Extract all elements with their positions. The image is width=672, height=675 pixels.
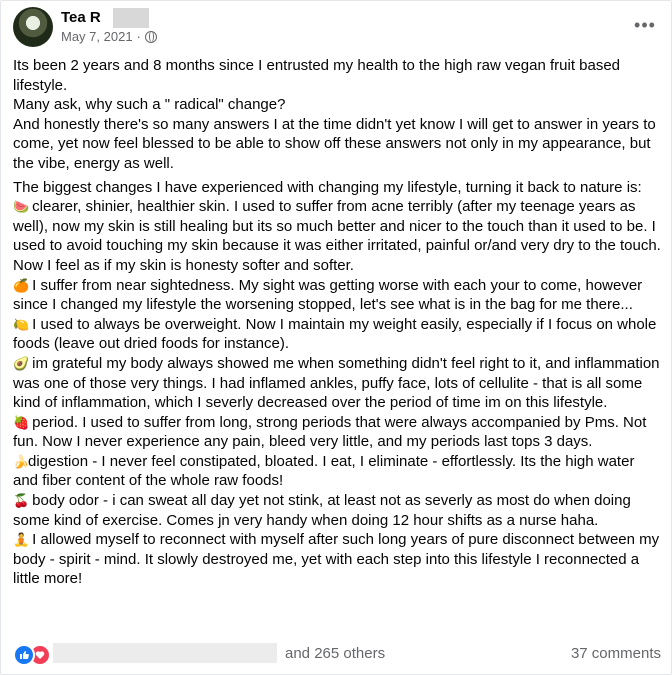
- list-item: 🍌digestion - I never feel constipated, b…: [13, 452, 663, 491]
- list-item: 🥑 im grateful my body always showed me w…: [13, 354, 663, 413]
- list-item-text: clearer, shinier, healthier skin. I used…: [13, 198, 661, 274]
- author-name[interactable]: Tea R: [61, 9, 101, 26]
- orange-icon: 🍊: [13, 277, 30, 293]
- post-meta: May 7, 2021 ·: [61, 29, 157, 44]
- list-item-text: body odor - i can sweat all day yet not …: [13, 492, 631, 529]
- list-item: 🍊 I suffer from near sightedness. My sig…: [13, 276, 663, 315]
- avatar[interactable]: [13, 7, 53, 47]
- intro-paragraph: Its been 2 years and 8 months since I en…: [13, 56, 663, 174]
- list-item: 🍓 period. I used to suffer from long, st…: [13, 413, 663, 452]
- post-footer: and 265 others 37 comments: [13, 641, 661, 666]
- post-header: Tea R May 7, 2021 · •••: [13, 7, 661, 47]
- thumbs-up-icon[interactable]: [13, 644, 35, 666]
- list-item-text: I used to always be overweight. Now I ma…: [13, 315, 657, 353]
- redacted-reactors-block: [53, 643, 277, 663]
- redacted-name-block: [113, 8, 149, 28]
- ellipsis-icon: •••: [634, 14, 656, 35]
- list-item: 🧘 I allowed myself to reconnect with mys…: [13, 530, 663, 589]
- list-item: 🍒 body odor - i can sweat all day yet no…: [13, 491, 663, 530]
- banana-icon: 🍌: [13, 453, 30, 469]
- lemon-icon: 🍋: [13, 316, 30, 332]
- meta-separator: ·: [136, 29, 141, 44]
- list-item-text: period. I used to suffer from long, stro…: [13, 413, 647, 451]
- post-body: Its been 2 years and 8 months since I en…: [13, 56, 663, 589]
- reaction-icons[interactable]: [13, 643, 51, 666]
- watermelon-icon: 🍉: [13, 199, 30, 215]
- globe-icon[interactable]: [144, 30, 157, 43]
- list-item-text: I suffer from near sightedness. My sight…: [13, 276, 643, 314]
- post-card: Tea R May 7, 2021 · ••• Its been 2 years…: [0, 0, 672, 675]
- changes-paragraph: The biggest changes I have experienced w…: [13, 178, 663, 589]
- intro-line: Its been 2 years and 8 months since I en…: [13, 57, 621, 94]
- more-options-button[interactable]: •••: [629, 13, 661, 37]
- post-date[interactable]: May 7, 2021: [61, 29, 133, 44]
- reactors-count[interactable]: and 265 others: [285, 645, 385, 662]
- strawberry-icon: 🍓: [13, 414, 30, 430]
- intro-line: And honestly there's so many answers I a…: [13, 115, 656, 172]
- lead-line: The biggest changes I have experienced w…: [13, 178, 642, 196]
- avocado-icon: 🥑: [13, 355, 30, 371]
- meditation-icon: 🧘: [13, 532, 30, 548]
- list-item-text: digestion - I never feel constipated, bl…: [13, 452, 635, 490]
- comments-count[interactable]: 37 comments: [571, 645, 661, 662]
- cherries-icon: 🍒: [13, 493, 30, 509]
- list-item-text: I allowed myself to reconnect with mysel…: [13, 531, 660, 588]
- list-item-text: im grateful my body always showed me whe…: [13, 354, 660, 412]
- list-item: 🍉 clearer, shinier, healthier skin. I us…: [13, 197, 663, 275]
- list-item: 🍋 I used to always be overweight. Now I …: [13, 315, 663, 354]
- intro-line: Many ask, why such a " radical" change?: [13, 96, 286, 114]
